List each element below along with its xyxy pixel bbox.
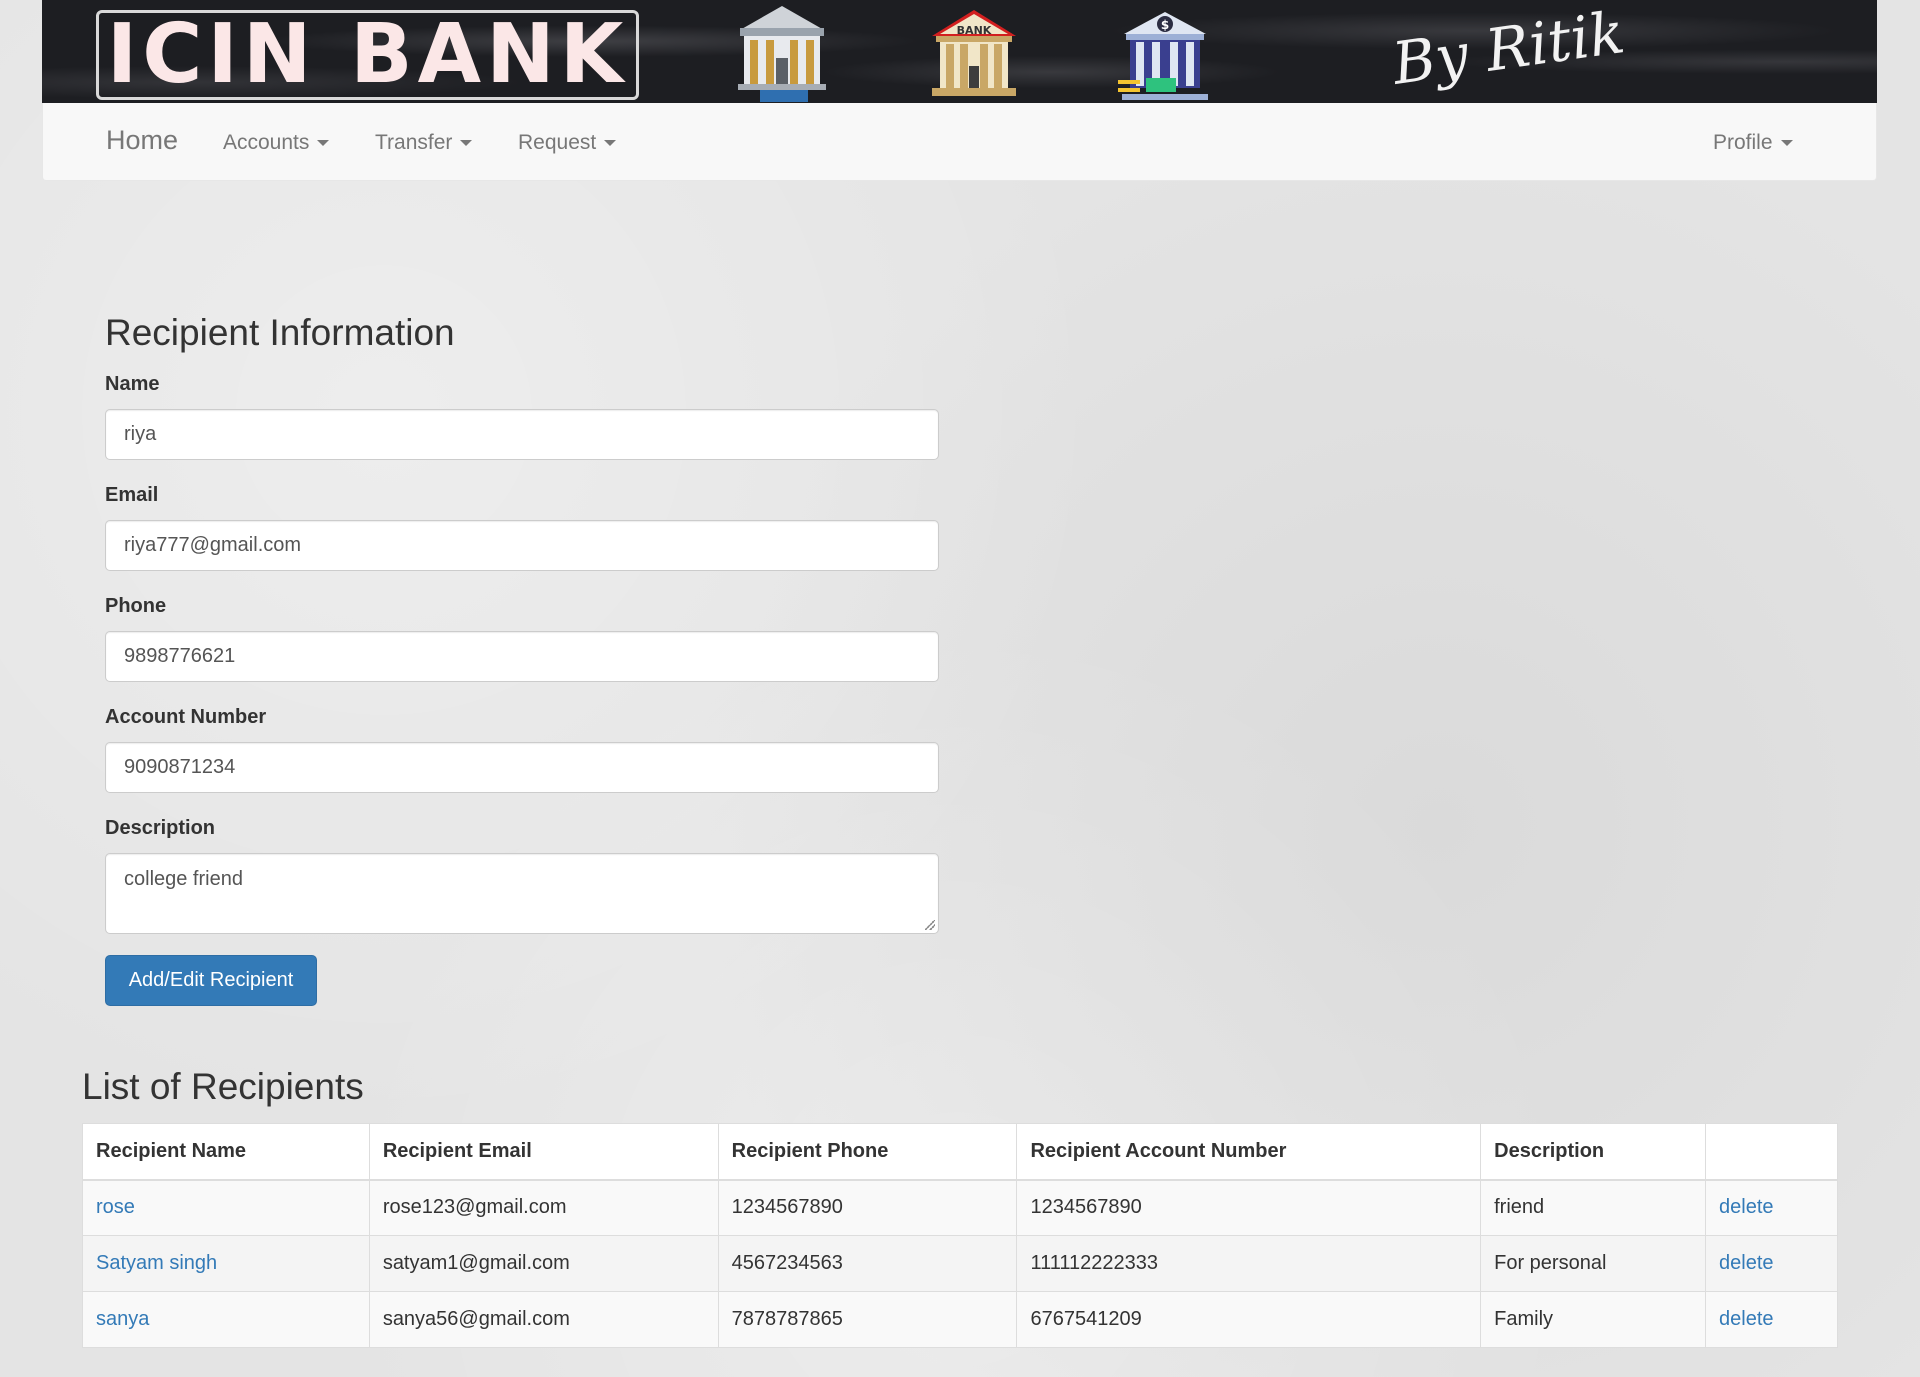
caret-down-icon <box>604 140 617 146</box>
nav-profile-label: Profile <box>1713 131 1773 154</box>
phone-label: Phone <box>105 595 167 617</box>
account-number-input[interactable]: 9090871234 <box>105 742 939 793</box>
caret-down-icon <box>1780 140 1793 146</box>
nav-transfer-label: Transfer <box>375 131 453 154</box>
form-title: Recipient Information <box>105 312 455 353</box>
description-label: Description <box>105 817 216 839</box>
description-text: college friend <box>124 868 243 890</box>
logo-text: ICIN BANK <box>106 7 629 102</box>
recipients-table: Recipient Name Recipient Email Recipient… <box>82 1123 1838 1348</box>
nav-profile-dropdown[interactable]: Profile <box>1713 131 1793 155</box>
name-label: Name <box>105 373 160 395</box>
description-textarea[interactable]: college friend <box>105 853 939 934</box>
column-header: Recipient Name <box>82 1123 370 1181</box>
email-label: Email <box>105 484 159 506</box>
list-title: List of Recipients <box>82 1066 364 1107</box>
nav-accounts-dropdown[interactable]: Accounts <box>223 131 330 155</box>
recipient-phone: 1234567890 <box>717 1179 1018 1236</box>
delete-link[interactable]: delete <box>1719 1308 1774 1330</box>
delete-link[interactable]: delete <box>1719 1252 1774 1274</box>
header-banner: ICIN BANK BANK $ By Ritik <box>42 0 1877 103</box>
table-header-row: Recipient Name Recipient Email Recipient… <box>82 1123 1838 1181</box>
account-number-label: Account Number <box>105 706 267 728</box>
delete-link[interactable]: delete <box>1719 1196 1774 1218</box>
recipient-name-link[interactable]: rose <box>96 1196 135 1218</box>
recipient-email: rose123@gmail.com <box>368 1179 719 1236</box>
caret-down-icon <box>317 140 330 146</box>
column-header: Recipient Email <box>368 1123 719 1181</box>
table-row: Satyam singh satyam1@gmail.com 456723456… <box>82 1235 1838 1292</box>
nav-home[interactable]: Home <box>106 125 178 156</box>
bank-sign-text: BANK <box>957 24 992 37</box>
column-header <box>1705 1123 1838 1181</box>
navbar: Home Accounts Transfer Request Profile <box>42 103 1877 181</box>
recipient-name-link[interactable]: Satyam singh <box>96 1252 217 1274</box>
phone-input[interactable]: 9898776621 <box>105 631 939 682</box>
bank-money-icon: $ <box>1118 12 1208 100</box>
column-header: Recipient Phone <box>717 1123 1018 1181</box>
recipient-name-link[interactable]: sanya <box>96 1308 149 1330</box>
name-input[interactable]: riya <box>105 409 939 460</box>
table-row: rose rose123@gmail.com 1234567890 123456… <box>82 1179 1838 1236</box>
nav-transfer-dropdown[interactable]: Transfer <box>375 131 473 155</box>
table-row: sanya sanya56@gmail.com 7878787865 67675… <box>82 1291 1838 1348</box>
nav-request-label: Request <box>518 131 597 154</box>
bank-building-icon <box>738 6 826 102</box>
bank-house-icon: BANK <box>932 10 1016 96</box>
bank-logo[interactable]: ICIN BANK <box>96 10 639 100</box>
resize-handle[interactable] <box>925 920 935 930</box>
recipient-account: 111112222333 <box>1016 1235 1482 1292</box>
email-input[interactable]: riya777@gmail.com <box>105 520 939 571</box>
nav-request-dropdown[interactable]: Request <box>518 131 617 155</box>
recipient-description: friend <box>1480 1179 1707 1236</box>
recipient-phone: 7878787865 <box>717 1291 1018 1348</box>
recipient-account: 6767541209 <box>1016 1291 1482 1348</box>
recipient-account: 1234567890 <box>1016 1179 1482 1236</box>
svg-text:$: $ <box>1161 18 1169 32</box>
caret-down-icon <box>460 140 473 146</box>
signature: By Ritik <box>1388 0 1629 98</box>
recipient-description: Family <box>1480 1291 1707 1348</box>
column-header: Recipient Account Number <box>1016 1123 1482 1181</box>
column-header: Description <box>1480 1123 1707 1181</box>
nav-accounts-label: Accounts <box>223 131 310 154</box>
recipient-description: For personal <box>1480 1235 1707 1292</box>
recipient-email: sanya56@gmail.com <box>368 1291 719 1348</box>
add-edit-recipient-button[interactable]: Add/Edit Recipient <box>105 955 317 1006</box>
recipient-email: satyam1@gmail.com <box>368 1235 719 1292</box>
recipient-phone: 4567234563 <box>717 1235 1018 1292</box>
